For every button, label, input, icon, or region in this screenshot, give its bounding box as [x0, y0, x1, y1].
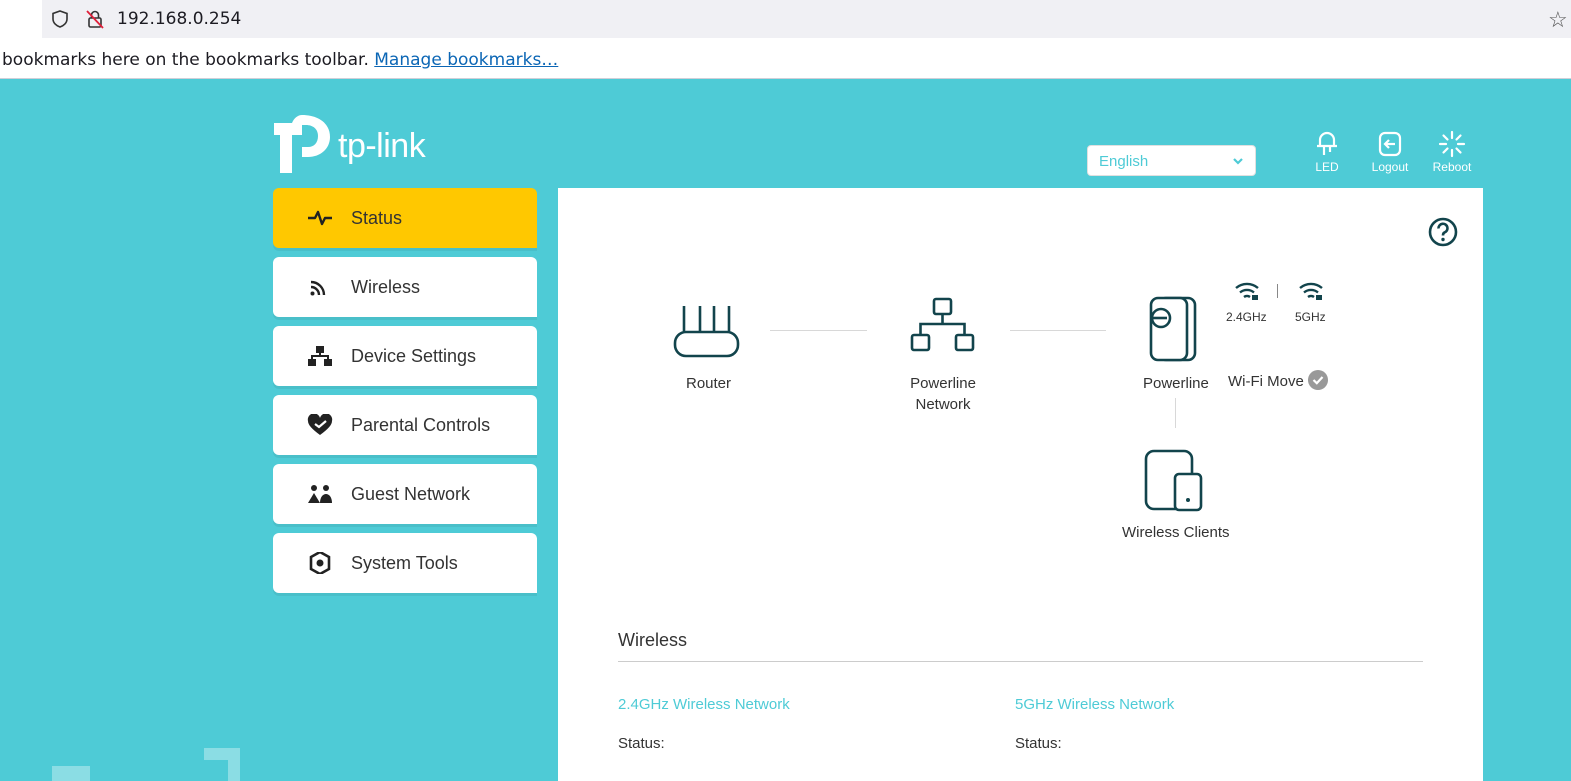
language-select[interactable]: English [1087, 145, 1256, 176]
url-text[interactable]: 192.168.0.254 [117, 9, 241, 29]
led-icon [1317, 131, 1337, 155]
reboot-icon [1438, 130, 1466, 158]
sidebar-item-label: Wireless [351, 277, 421, 297]
bookmarks-message: bookmarks here on the bookmarks toolbar.… [2, 50, 558, 70]
tp-link-logo: tp-link [272, 113, 452, 177]
sidebar-item-parental-controls[interactable]: Parental Controls [273, 395, 537, 455]
shield-icon[interactable] [50, 9, 70, 29]
sidebar-item-wireless[interactable]: Wireless [273, 257, 537, 317]
band-24ghz-label: 2.4GHz [1226, 310, 1267, 324]
wireless-clients-icon[interactable] [1143, 448, 1205, 514]
sidebar-item-label: Device Settings [351, 346, 477, 366]
wifi-24ghz-icon [1235, 282, 1259, 300]
led-label: LED [1315, 160, 1339, 174]
router-icon[interactable] [672, 302, 742, 360]
wireless-24ghz-heading: 2.4GHz Wireless Network [618, 696, 790, 713]
section-divider [618, 661, 1423, 662]
wifi-move-label: Wi-Fi Move [1228, 373, 1304, 390]
router-label: Router [686, 375, 732, 392]
sidebar-item-system-tools[interactable]: System Tools [273, 533, 537, 593]
wireless-5ghz-status-label: Status: [1015, 735, 1062, 752]
sidebar-item-label: Parental Controls [351, 415, 491, 435]
wifi-5ghz-icon [1299, 282, 1323, 300]
network-icon [308, 346, 332, 366]
bookmark-star-icon[interactable]: ☆ [1548, 7, 1568, 33]
help-icon[interactable] [1428, 217, 1458, 247]
sidebar-item-status[interactable]: Status [273, 188, 537, 248]
link-line [770, 330, 867, 331]
link-line [1010, 330, 1106, 331]
band-divider [1277, 284, 1278, 298]
background-decoration [52, 766, 90, 781]
powerline-network-icon[interactable] [908, 296, 978, 354]
logout-label: Logout [1371, 160, 1409, 174]
language-value: English [1099, 153, 1149, 170]
powerline-network-label: Powerline Network [898, 375, 988, 413]
sidebar-item-label: Status [351, 208, 403, 228]
reboot-label: Reboot [1432, 160, 1472, 174]
insecure-lock-icon[interactable] [84, 8, 106, 30]
wireless-section-title: Wireless [618, 630, 688, 650]
powerline-device-icon[interactable] [1143, 294, 1201, 364]
browser-toolbar: 192.168.0.254 ☆ [0, 0, 1571, 38]
powerline-label: Powerline [1143, 375, 1209, 392]
bookmarks-hint-text: bookmarks here on the bookmarks toolbar. [2, 50, 369, 70]
powerline-network-label-line1: Powerline [910, 375, 976, 392]
chevron-down-icon [1233, 158, 1243, 165]
background-decoration [204, 748, 240, 781]
pulse-icon [308, 210, 332, 226]
wifi-signal-icon [310, 280, 326, 296]
reboot-button[interactable]: Reboot [1426, 130, 1478, 180]
powerline-network-label-line2: Network [915, 396, 971, 413]
logout-icon [1378, 131, 1402, 157]
wireless-clients-label: Wireless Clients [1122, 524, 1230, 541]
sidebar-item-label: System Tools [351, 553, 458, 573]
guests-icon [308, 485, 332, 503]
manage-bookmarks-link[interactable]: Manage bookmarks… [374, 50, 558, 70]
sidebar-item-label: Guest Network [351, 484, 471, 504]
brand-name: tp-link [338, 127, 426, 165]
status-panel: Router Powerline Network Powerline 2.4GH… [558, 188, 1483, 781]
check-circle-icon [1308, 370, 1328, 390]
sidebar-item-guest-network[interactable]: Guest Network [273, 464, 537, 524]
link-line [1175, 398, 1176, 428]
band-5ghz-label: 5GHz [1295, 310, 1326, 324]
led-button[interactable]: LED [1301, 130, 1353, 180]
wireless-24ghz-status-label: Status: [618, 735, 665, 752]
wireless-5ghz-heading: 5GHz Wireless Network [1015, 696, 1175, 713]
gear-icon [309, 552, 331, 574]
tp-link-logo-mark [274, 115, 330, 173]
url-field[interactable] [42, 0, 1571, 38]
logout-button[interactable]: Logout [1364, 130, 1416, 180]
bookmarks-toolbar: bookmarks here on the bookmarks toolbar.… [0, 38, 1571, 79]
heart-shield-icon [307, 414, 333, 435]
sidebar-item-device-settings[interactable]: Device Settings [273, 326, 537, 386]
